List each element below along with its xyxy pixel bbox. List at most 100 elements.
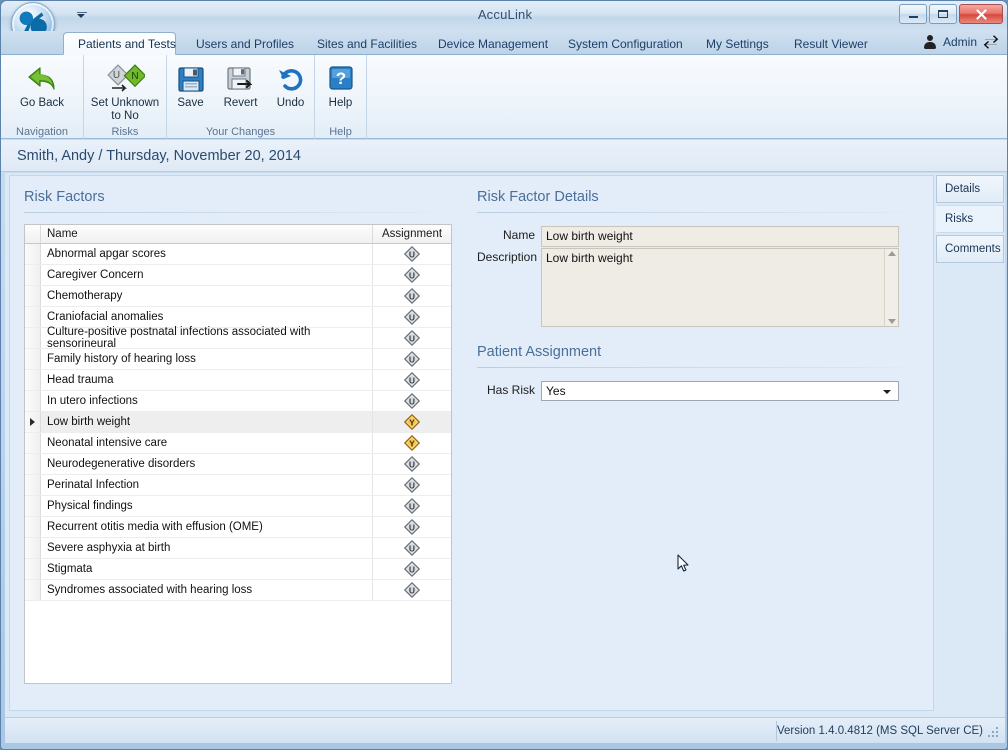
has-risk-dropdown[interactable]: Yes bbox=[541, 381, 899, 401]
undo-button[interactable]: Undo bbox=[268, 58, 314, 114]
svg-text:U: U bbox=[409, 480, 415, 490]
scroll-up-icon[interactable] bbox=[887, 251, 896, 256]
cell-assignment[interactable]: U bbox=[373, 244, 451, 264]
cell-assignment[interactable]: U bbox=[373, 475, 451, 495]
mouse-cursor bbox=[677, 554, 689, 572]
ribbon-group-title-risks: Risks bbox=[111, 125, 139, 138]
table-row[interactable]: Craniofacial anomalies U bbox=[25, 307, 451, 328]
ribbon-group-risks: U N Set Unknown to No Risks bbox=[84, 55, 167, 139]
side-tab-strip: Details Risks Comments bbox=[936, 175, 1004, 265]
table-row[interactable]: Neonatal intensive care Y bbox=[25, 433, 451, 454]
cell-assignment[interactable]: Y bbox=[373, 433, 451, 453]
table-row[interactable]: Recurrent otitis media with effusion (OM… bbox=[25, 517, 451, 538]
cell-assignment[interactable]: Y bbox=[373, 412, 451, 432]
table-row[interactable]: Physical findings U bbox=[25, 496, 451, 517]
svg-text:U: U bbox=[409, 501, 415, 511]
question-mark-icon: ? bbox=[327, 63, 355, 95]
cell-name: Stigmata bbox=[41, 559, 373, 579]
version-label: Version 1.4.0.4812 (MS SQL Server CE) bbox=[776, 724, 983, 737]
table-row[interactable]: Family history of hearing loss U bbox=[25, 349, 451, 370]
name-field-row: Name Low birth weight bbox=[477, 226, 924, 247]
tab-patients-and-tests[interactable]: Patients and Tests bbox=[63, 32, 176, 55]
table-row[interactable]: Chemotherapy U bbox=[25, 286, 451, 307]
patient-assignment-title: Patient Assignment bbox=[477, 344, 602, 360]
row-indicator bbox=[25, 328, 41, 348]
tab-label: System Configuration bbox=[568, 36, 683, 51]
column-header-name[interactable]: Name bbox=[41, 225, 373, 243]
description-scrollbar[interactable] bbox=[884, 249, 898, 326]
table-row[interactable]: Severe asphyxia at birth U bbox=[25, 538, 451, 559]
table-row[interactable]: Perinatal Infection U bbox=[25, 475, 451, 496]
svg-text:U: U bbox=[409, 543, 415, 553]
help-button[interactable]: ? Help bbox=[319, 58, 363, 114]
assignment-unknown-diamond-icon: U bbox=[404, 582, 420, 598]
cell-assignment[interactable]: U bbox=[373, 349, 451, 369]
svg-text:U: U bbox=[409, 396, 415, 406]
cell-assignment[interactable]: U bbox=[373, 328, 451, 348]
minimize-button[interactable] bbox=[899, 4, 927, 24]
floppy-disk-icon bbox=[176, 63, 206, 95]
assignment-unknown-diamond-icon: U bbox=[404, 561, 420, 577]
table-row[interactable]: Neurodegenerative disorders U bbox=[25, 454, 451, 475]
cell-assignment[interactable]: U bbox=[373, 286, 451, 306]
scroll-down-icon[interactable] bbox=[887, 319, 896, 324]
svg-text:U: U bbox=[409, 291, 415, 301]
save-label: Save bbox=[177, 97, 204, 109]
table-row[interactable]: Abnormal apgar scores U bbox=[25, 244, 451, 265]
tab-system-configuration[interactable]: System Configuration bbox=[553, 32, 698, 55]
close-button[interactable] bbox=[959, 4, 1003, 24]
table-row[interactable]: Low birth weight Y bbox=[25, 412, 451, 433]
revert-icon bbox=[226, 63, 256, 95]
table-row[interactable]: In utero infections U bbox=[25, 391, 451, 412]
maximize-icon bbox=[938, 10, 948, 18]
side-tab-comments[interactable]: Comments bbox=[936, 235, 1004, 263]
tab-result-viewer[interactable]: Result Viewer bbox=[779, 32, 883, 55]
cell-assignment[interactable]: U bbox=[373, 307, 451, 327]
table-row[interactable]: Stigmata U bbox=[25, 559, 451, 580]
maximize-button[interactable] bbox=[929, 4, 957, 24]
ribbon-group-title-navigation: Navigation bbox=[16, 125, 68, 138]
row-indicator bbox=[25, 475, 41, 495]
cell-assignment[interactable]: U bbox=[373, 496, 451, 516]
cell-assignment[interactable]: U bbox=[373, 517, 451, 537]
side-tab-details[interactable]: Details bbox=[936, 175, 1004, 203]
set-unknown-to-no-icon: U N bbox=[105, 63, 145, 95]
svg-text:?: ? bbox=[335, 69, 345, 88]
cell-assignment[interactable]: U bbox=[373, 265, 451, 285]
tab-my-settings[interactable]: My Settings bbox=[691, 32, 784, 55]
name-field-label: Name bbox=[502, 228, 535, 242]
cell-assignment[interactable]: U bbox=[373, 538, 451, 558]
cell-assignment[interactable]: U bbox=[373, 454, 451, 474]
tab-label: Sites and Facilities bbox=[317, 36, 418, 51]
title-bar: AccuLink bbox=[1, 1, 1007, 46]
save-button[interactable]: Save bbox=[168, 58, 214, 114]
risk-factor-details-title: Risk Factor Details bbox=[477, 189, 599, 205]
svg-text:U: U bbox=[409, 354, 415, 364]
ribbon-group-title-your-changes: Your Changes bbox=[205, 125, 276, 138]
table-row[interactable]: Caregiver Concern U bbox=[25, 265, 451, 286]
svg-text:Y: Y bbox=[409, 438, 415, 448]
set-unknown-to-no-label: Set Unknown to No bbox=[90, 97, 160, 122]
tab-sites-and-facilities[interactable]: Sites and Facilities bbox=[302, 32, 432, 55]
user-area: Admin bbox=[924, 35, 999, 49]
table-row[interactable]: Culture-positive postnatal infections as… bbox=[25, 326, 451, 350]
assignment-unknown-diamond-icon: U bbox=[404, 477, 420, 493]
set-unknown-to-no-button[interactable]: U N Set Unknown to No bbox=[89, 58, 161, 124]
cell-assignment[interactable]: U bbox=[373, 391, 451, 411]
cell-assignment[interactable]: U bbox=[373, 370, 451, 390]
tab-device-management[interactable]: Device Management bbox=[423, 32, 563, 55]
column-header-assignment[interactable]: Assignment bbox=[373, 225, 451, 243]
content-area: Risk Factors Name Assignment Abnormal ap… bbox=[5, 173, 1005, 717]
table-row[interactable]: Syndromes associated with hearing loss U bbox=[25, 580, 451, 601]
tab-users-and-profiles[interactable]: Users and Profiles bbox=[181, 32, 309, 55]
cell-assignment[interactable]: U bbox=[373, 559, 451, 579]
switch-user-icon[interactable] bbox=[983, 35, 999, 49]
side-tab-risks[interactable]: Risks bbox=[936, 205, 1004, 233]
risk-factors-grid[interactable]: Name Assignment Abnormal apgar scores U Ca… bbox=[24, 224, 452, 684]
table-row[interactable]: Head trauma U bbox=[25, 370, 451, 391]
cell-assignment[interactable]: U bbox=[373, 580, 451, 600]
assignment-unknown-diamond-icon: U bbox=[404, 540, 420, 556]
go-back-button[interactable]: Go Back bbox=[7, 58, 77, 114]
revert-button[interactable]: Revert bbox=[216, 58, 266, 114]
resize-grip-icon[interactable] bbox=[988, 727, 1000, 739]
